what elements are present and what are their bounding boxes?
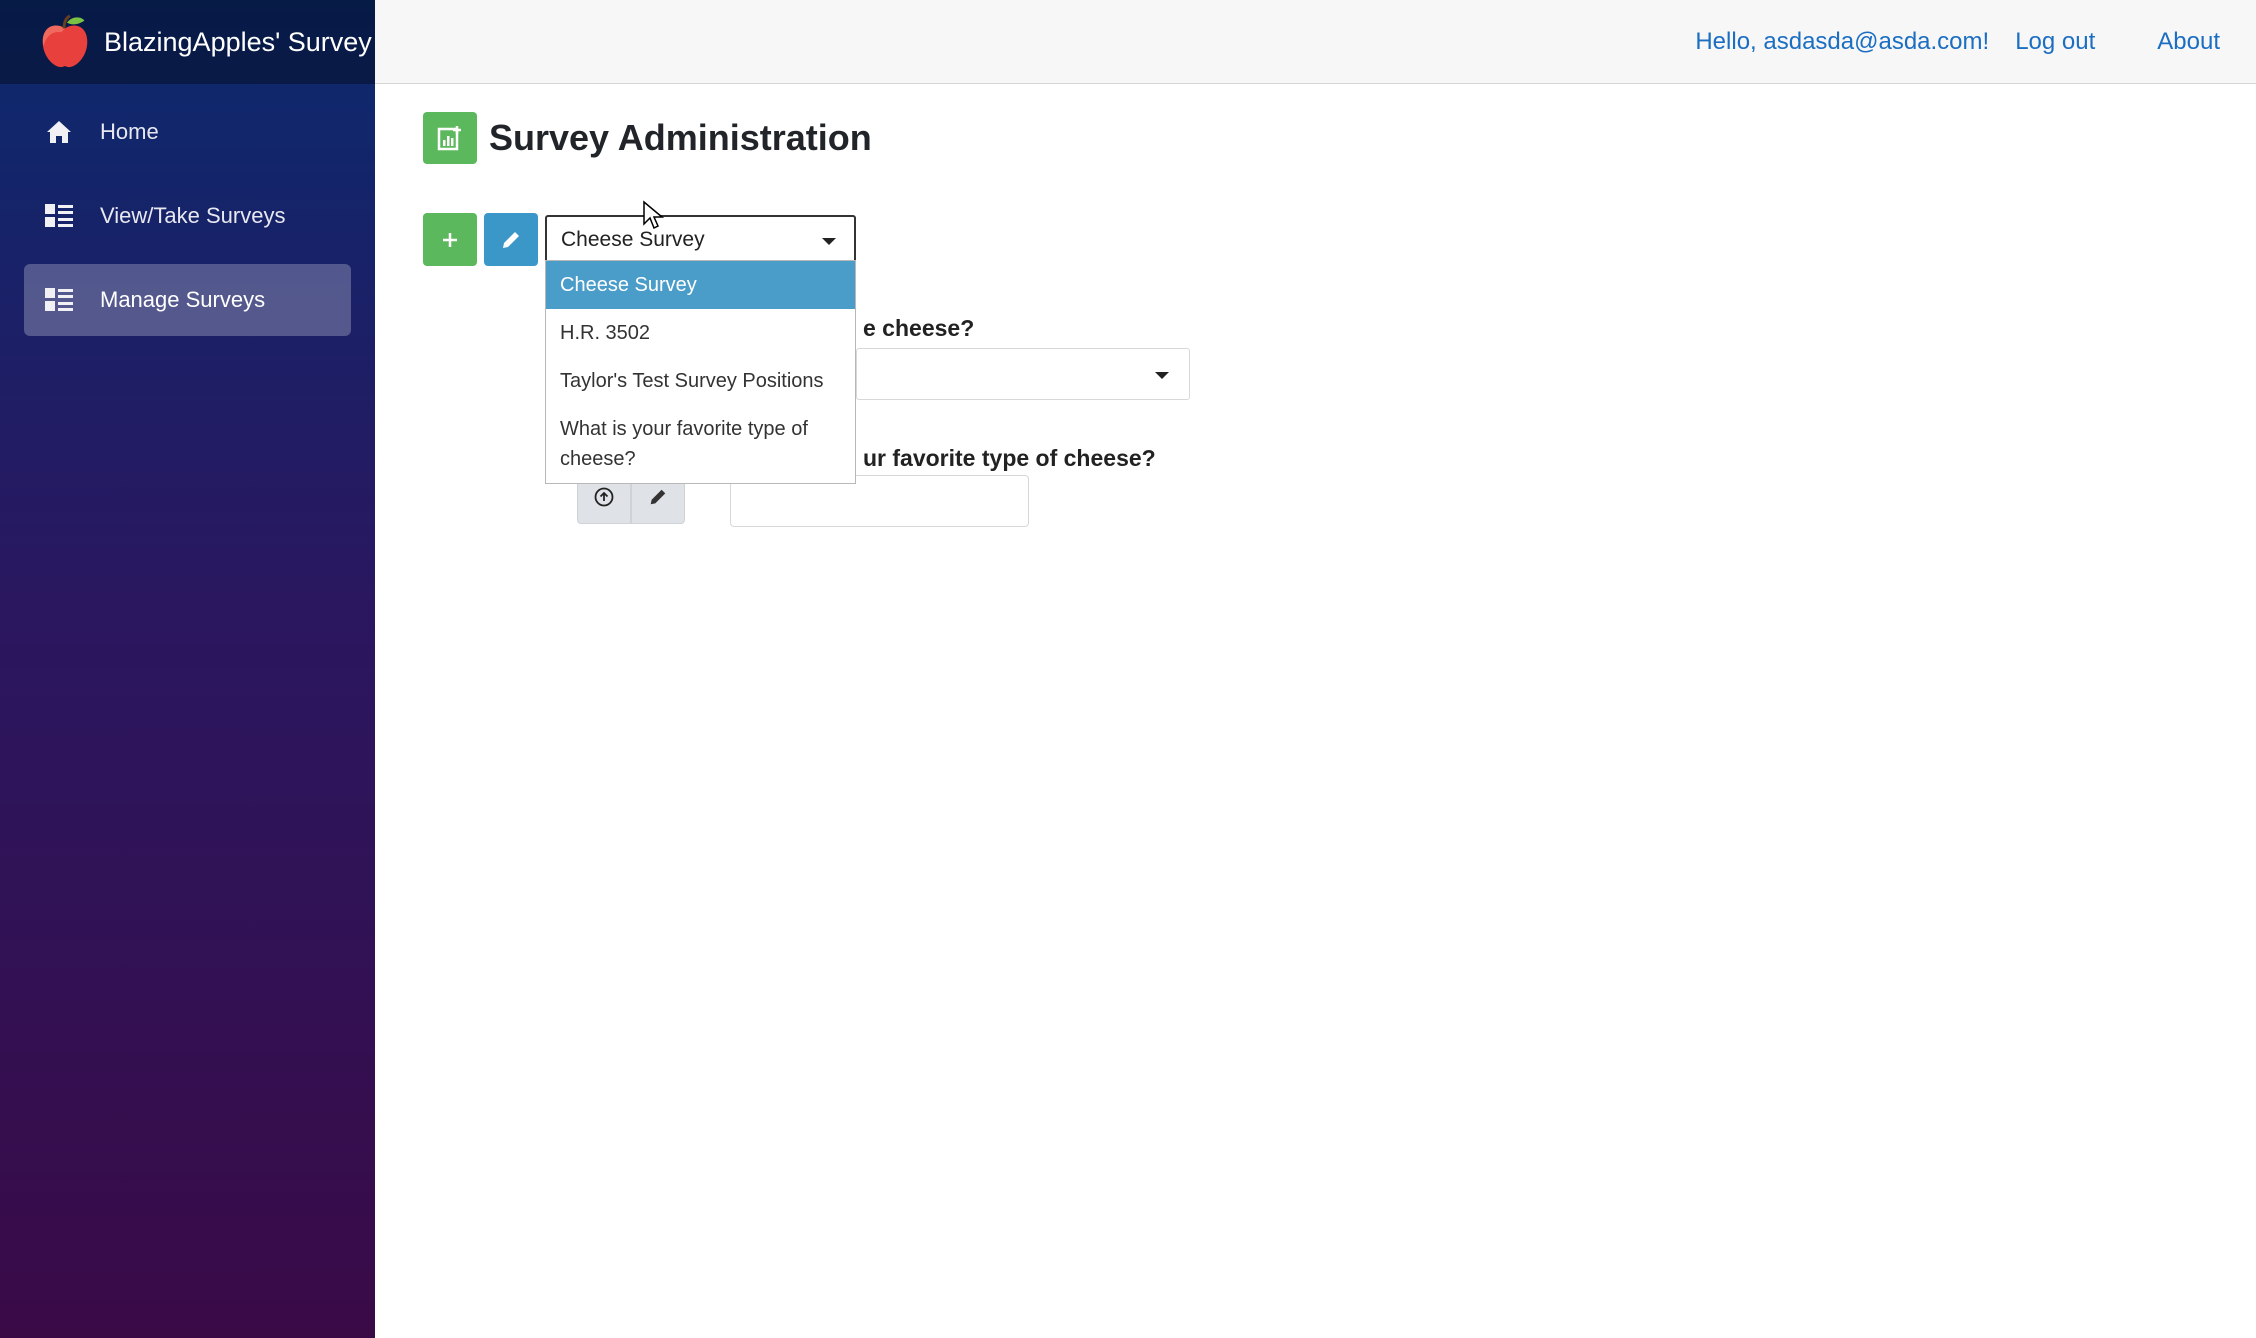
survey-select-value: Cheese Survey bbox=[561, 227, 705, 251]
sidebar-item-manage-surveys[interactable]: Manage Surveys bbox=[24, 264, 351, 336]
question-2-label: ur favorite type of cheese? bbox=[863, 445, 1156, 471]
survey-admin-icon bbox=[423, 112, 477, 164]
about-link[interactable]: About bbox=[2157, 28, 2220, 56]
arrow-up-circle-icon bbox=[594, 487, 614, 507]
sidebar: BlazingApples' Survey Home View/Take Sur… bbox=[0, 0, 375, 1338]
survey-select[interactable]: Cheese Survey bbox=[545, 214, 856, 265]
dropdown-option[interactable]: What is your favorite type of cheese? bbox=[546, 405, 855, 483]
page-title: Survey Administration bbox=[489, 117, 872, 158]
list-icon bbox=[44, 201, 74, 231]
apple-logo-icon bbox=[42, 14, 88, 68]
dropdown-option[interactable]: H.R. 3502 bbox=[546, 309, 855, 357]
top-bar: Hello, asdasda@asda.com! Log out About bbox=[375, 0, 2256, 84]
dropdown-option[interactable]: Taylor's Test Survey Positions bbox=[546, 357, 855, 405]
mouse-cursor-icon bbox=[643, 200, 665, 230]
sidebar-item-label: View/Take Surveys bbox=[100, 203, 286, 228]
page-header: Survey Administration bbox=[423, 112, 872, 164]
chevron-down-icon bbox=[1155, 372, 1169, 379]
sidebar-item-home[interactable]: Home bbox=[24, 96, 351, 168]
question-1-select[interactable] bbox=[856, 348, 1190, 400]
pencil-icon bbox=[650, 489, 666, 505]
dropdown-option[interactable]: Cheese Survey bbox=[546, 261, 855, 309]
pencil-icon bbox=[503, 231, 519, 248]
survey-select-dropdown: Cheese Survey H.R. 3502 Taylor's Test Su… bbox=[545, 260, 856, 484]
app-name: BlazingApples' Survey bbox=[104, 26, 372, 57]
question-1-label: e cheese? bbox=[863, 315, 975, 341]
user-greeting-link[interactable]: Hello, asdasda@asda.com! bbox=[1695, 28, 1989, 56]
logout-link[interactable]: Log out bbox=[2015, 28, 2095, 56]
home-icon bbox=[44, 117, 74, 147]
chevron-down-icon bbox=[822, 237, 836, 245]
main-content: Survey Administration Cheese Survey e ch… bbox=[423, 84, 2256, 1338]
list-icon bbox=[44, 285, 74, 315]
survey-toolbar: Cheese Survey bbox=[423, 213, 856, 266]
plus-icon bbox=[443, 232, 457, 247]
add-survey-button[interactable] bbox=[423, 213, 477, 266]
sidebar-nav: Home View/Take Surveys Manage Surveys bbox=[0, 96, 375, 336]
brand[interactable]: BlazingApples' Survey bbox=[0, 0, 375, 84]
edit-survey-button[interactable] bbox=[484, 213, 538, 266]
sidebar-item-label: Manage Surveys bbox=[100, 287, 266, 312]
sidebar-item-label: Home bbox=[100, 119, 159, 144]
sidebar-item-view-take-surveys[interactable]: View/Take Surveys bbox=[24, 180, 351, 252]
